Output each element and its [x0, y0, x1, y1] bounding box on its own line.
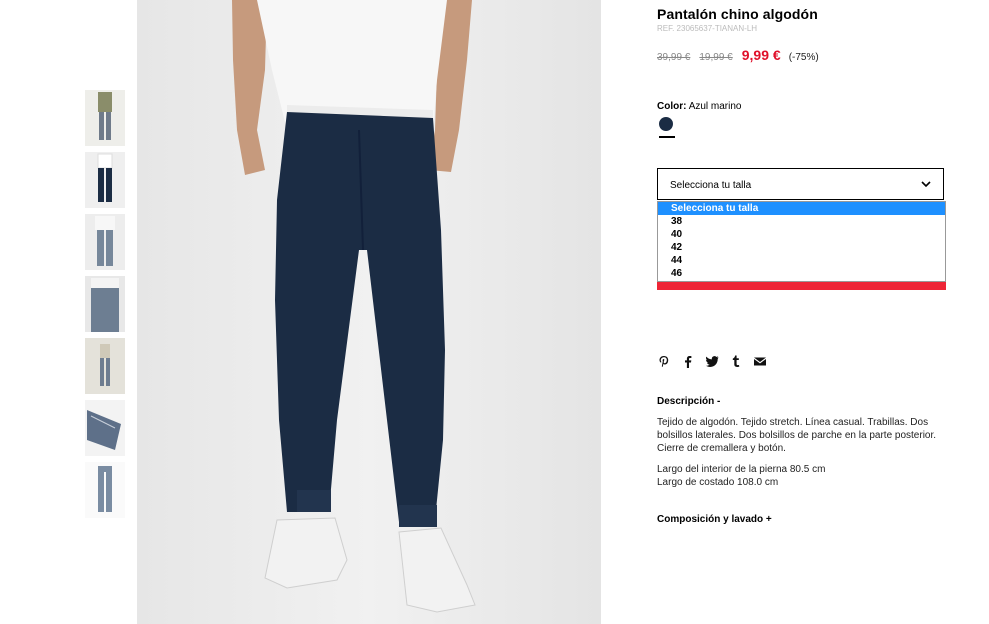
size-select-value: Selecciona tu talla: [670, 180, 752, 191]
original-price-2: 19,99 €: [699, 52, 733, 63]
measurements: Largo del interior de la pierna 80.5 cm …: [657, 463, 947, 489]
thumbnail-1[interactable]: [85, 90, 125, 146]
size-option[interactable]: 38: [658, 215, 945, 228]
discount-badge: (-75%): [788, 52, 819, 63]
selected-swatch-indicator: [659, 136, 675, 138]
sale-price: 9,99 €: [741, 47, 781, 63]
size-select[interactable]: Selecciona tu talla: [657, 168, 944, 200]
thumbnail-3[interactable]: [85, 214, 125, 270]
measurement-outseam: Largo de costado 108.0 cm: [657, 477, 779, 488]
social-share-row: [657, 354, 767, 368]
main-product-image: [137, 0, 601, 624]
color-label-row: Color: Azul marino: [657, 101, 742, 112]
email-icon[interactable]: [753, 354, 767, 368]
measurement-inseam: Largo del interior de la pierna 80.5 cm: [657, 464, 826, 475]
thumbnail-7[interactable]: [85, 462, 125, 518]
product-reference: REF. 23065637-TIANAN-LH: [657, 24, 758, 33]
color-label: Color:: [657, 101, 687, 112]
description-toggle[interactable]: Descripción -: [657, 396, 720, 407]
product-title: Pantalón chino algodón: [657, 6, 818, 22]
original-price-1: 39,99 €: [657, 52, 691, 63]
thumbnail-gallery: [85, 90, 125, 524]
size-dropdown-list: Selecciona tu talla 38 40 42 44 46: [657, 201, 946, 282]
size-option[interactable]: 42: [658, 241, 945, 254]
size-option[interactable]: Selecciona tu talla: [658, 202, 945, 215]
color-swatch-navy[interactable]: [659, 117, 673, 131]
description-text: Tejido de algodón. Tejido stretch. Línea…: [657, 417, 937, 454]
add-to-cart-button[interactable]: [657, 282, 946, 290]
facebook-icon[interactable]: [681, 354, 695, 368]
size-option[interactable]: 44: [658, 254, 945, 267]
pinterest-icon[interactable]: [657, 354, 671, 368]
size-option[interactable]: 46: [658, 267, 945, 280]
twitter-icon[interactable]: [705, 354, 719, 368]
size-option[interactable]: 40: [658, 228, 945, 241]
color-value: Azul marino: [688, 101, 742, 112]
composition-toggle[interactable]: Composición y lavado +: [657, 514, 772, 525]
thumbnail-2[interactable]: [85, 152, 125, 208]
thumbnail-5[interactable]: [85, 338, 125, 394]
thumbnail-6[interactable]: [85, 400, 125, 456]
thumbnail-4[interactable]: [85, 276, 125, 332]
tumblr-icon[interactable]: [729, 354, 743, 368]
price-row: 39,99 € 19,99 € 9,99 € (-75%): [657, 47, 819, 63]
chevron-down-icon: [921, 181, 931, 188]
